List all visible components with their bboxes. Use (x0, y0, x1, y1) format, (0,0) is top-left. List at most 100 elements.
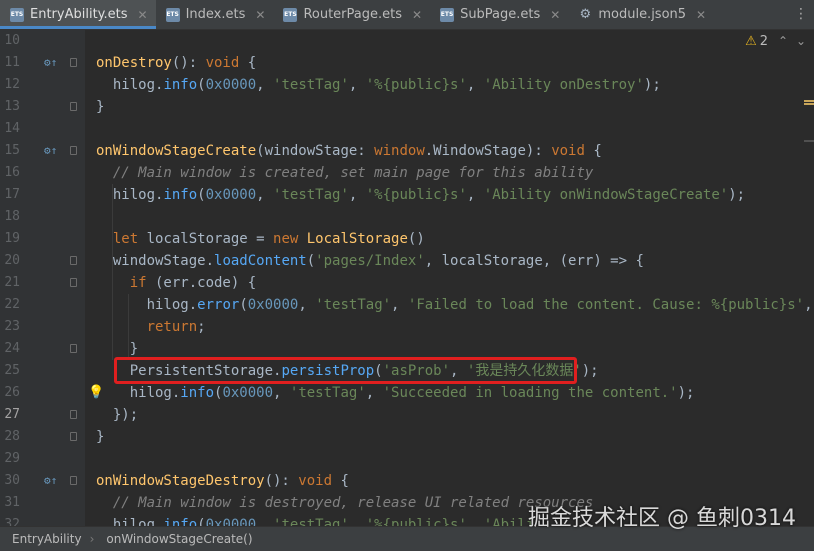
code-text: onWindowStageCreate(windowStage: window.… (96, 143, 602, 159)
code-line[interactable]: 13} (0, 96, 814, 118)
ets-file-icon: ETS (165, 7, 180, 22)
tab-label: RouterPage.ets (303, 7, 402, 22)
code-line[interactable]: 20 windowStage.loadContent('pages/Index'… (0, 250, 814, 272)
fold-marker-icon[interactable] (70, 102, 77, 111)
line-number[interactable]: 19 (0, 228, 20, 250)
fold-marker-icon[interactable] (70, 476, 77, 485)
code-text: hilog.error(0x0000, 'testTag', 'Failed t… (96, 297, 813, 313)
code-text: hilog.info(0x0000, 'testTag', '%{public}… (96, 187, 746, 203)
code-line[interactable]: 26 💡 hilog.info(0x0000, 'testTag', 'Succe… (0, 382, 814, 404)
tab-routerpage-ets[interactable]: ETS RouterPage.ets ✕ (273, 0, 430, 29)
tab-module-json5[interactable]: ⚙ module.json5 ✕ (568, 0, 714, 29)
code-line[interactable]: 16 // Main window is created, set main p… (0, 162, 814, 184)
line-number[interactable]: 11 (0, 52, 20, 74)
code-line[interactable]: 19 let localStorage = new LocalStorage() (0, 228, 814, 250)
code-line[interactable]: 21 if (err.code) { (0, 272, 814, 294)
code-line[interactable]: 14 (0, 118, 814, 140)
json5-file-icon: ⚙ (579, 7, 592, 22)
code-text: return; (146, 319, 206, 335)
close-tab-icon[interactable]: ✕ (696, 8, 706, 22)
tab-label: Index.ets (185, 7, 246, 22)
code-line[interactable]: 25 PersistentStorage.persistProp('asProb… (0, 360, 814, 382)
editor-tab-bar: ETS EntryAbility.ets ✕ ETS Index.ets ✕ ETS Rout… (0, 0, 814, 30)
code-line[interactable]: 28} (0, 426, 814, 448)
line-number[interactable]: 21 (0, 272, 20, 294)
code-text: hilog.info(0x0000, 'testTag', '%{public}… (96, 77, 661, 93)
line-number[interactable]: 14 (0, 118, 20, 140)
line-number[interactable]: 20 (0, 250, 20, 272)
code-line[interactable]: 17 hilog.info(0x0000, 'testTag', '%{publ… (0, 184, 814, 206)
code-text: }); (96, 407, 139, 423)
code-line[interactable]: 29 (0, 448, 814, 470)
code-text: // Main window is created, set main page… (112, 165, 594, 181)
override-method-icon[interactable]: ⚙↑ (44, 475, 57, 487)
code-text: onDestroy(): void { (96, 55, 257, 71)
tab-label: EntryAbility.ets (30, 7, 128, 22)
code-editor[interactable]: ⚠ 2 ⌃ ⌄ 10 11 ⚙↑ onDestroy(): void {12 hilog… (0, 30, 814, 526)
code-text: let localStorage = new LocalStorage() (112, 231, 425, 247)
line-number[interactable]: 10 (0, 30, 20, 52)
code-text: } (96, 429, 105, 445)
code-text: } (96, 341, 139, 357)
code-text: hilog.info(0x0000, 'testTag', 'Succeeded… (96, 385, 695, 401)
code-text: windowStage.loadContent('pages/Index', l… (96, 253, 644, 269)
fold-marker-icon[interactable] (70, 278, 77, 287)
fold-marker-icon[interactable] (70, 58, 77, 67)
line-number[interactable]: 29 (0, 448, 20, 470)
close-tab-icon[interactable]: ✕ (138, 8, 148, 22)
tab-label: SubPage.ets (460, 7, 541, 22)
line-number[interactable]: 15 (0, 140, 20, 162)
code-line[interactable]: 12 hilog.info(0x0000, 'testTag', '%{publ… (0, 74, 814, 96)
override-method-icon[interactable]: ⚙↑ (44, 145, 57, 157)
line-number[interactable]: 28 (0, 426, 20, 448)
code-line[interactable]: 24 } (0, 338, 814, 360)
line-number[interactable]: 23 (0, 316, 20, 338)
line-number[interactable]: 17 (0, 184, 20, 206)
tab-entryability-ets[interactable]: ETS EntryAbility.ets ✕ (0, 0, 156, 29)
line-number[interactable]: 32 (0, 514, 20, 526)
code-text: // Main window is destroyed, release UI … (112, 495, 594, 511)
fold-marker-icon[interactable] (70, 344, 77, 353)
line-number[interactable]: 25 (0, 360, 20, 382)
line-number[interactable]: 27 (0, 404, 20, 426)
ets-file-icon: ETS (283, 7, 298, 22)
line-number[interactable]: 26 (0, 382, 20, 404)
fold-marker-icon[interactable] (70, 146, 77, 155)
code-line[interactable]: 18 (0, 206, 814, 228)
breadcrumb-item-method[interactable]: onWindowStageCreate() (94, 532, 260, 546)
line-number[interactable]: 22 (0, 294, 20, 316)
tab-subpage-ets[interactable]: ETS SubPage.ets ✕ (430, 0, 568, 29)
code-text: } (96, 99, 105, 115)
code-line[interactable]: 15 ⚙↑ onWindowStageCreate(windowStage: win… (0, 140, 814, 162)
code-text: hilog.info(0x0000, 'testTag', '%{public}… (96, 517, 535, 526)
override-method-icon[interactable]: ⚙↑ (44, 57, 57, 69)
line-number[interactable]: 13 (0, 96, 20, 118)
code-line[interactable]: 30 ⚙↑ onWindowStageDestroy(): void { (0, 470, 814, 492)
close-tab-icon[interactable]: ✕ (412, 8, 422, 22)
code-text: onWindowStageDestroy(): void { (96, 473, 349, 489)
line-number[interactable]: 18 (0, 206, 20, 228)
more-tabs-icon[interactable]: ⋮ (794, 6, 808, 22)
close-tab-icon[interactable]: ✕ (255, 8, 265, 22)
fold-marker-icon[interactable] (70, 256, 77, 265)
line-number[interactable]: 16 (0, 162, 20, 184)
code-text: PersistentStorage.persistProp('asProb', … (96, 363, 599, 379)
fold-marker-icon[interactable] (70, 432, 77, 441)
code-line[interactable]: 10 (0, 30, 814, 52)
code-line[interactable]: 22 hilog.error(0x0000, 'testTag', 'Faile… (0, 294, 814, 316)
fold-marker-icon[interactable] (70, 410, 77, 419)
breadcrumb-item-class[interactable]: EntryAbility (0, 532, 90, 546)
tab-label: module.json5 (598, 7, 687, 22)
line-number[interactable]: 31 (0, 492, 20, 514)
ets-file-icon: ETS (440, 7, 455, 22)
line-number[interactable]: 30 (0, 470, 20, 492)
line-number[interactable]: 12 (0, 74, 20, 96)
code-line[interactable]: 11 ⚙↑ onDestroy(): void { (0, 52, 814, 74)
ets-file-icon: ETS (10, 7, 24, 22)
line-number[interactable]: 24 (0, 338, 20, 360)
code-line[interactable]: 23 return; (0, 316, 814, 338)
code-line[interactable]: 27 }); (0, 404, 814, 426)
tab-index-ets[interactable]: ETS Index.ets ✕ (156, 0, 274, 29)
close-tab-icon[interactable]: ✕ (550, 8, 560, 22)
code-text: if (err.code) { (129, 275, 257, 291)
